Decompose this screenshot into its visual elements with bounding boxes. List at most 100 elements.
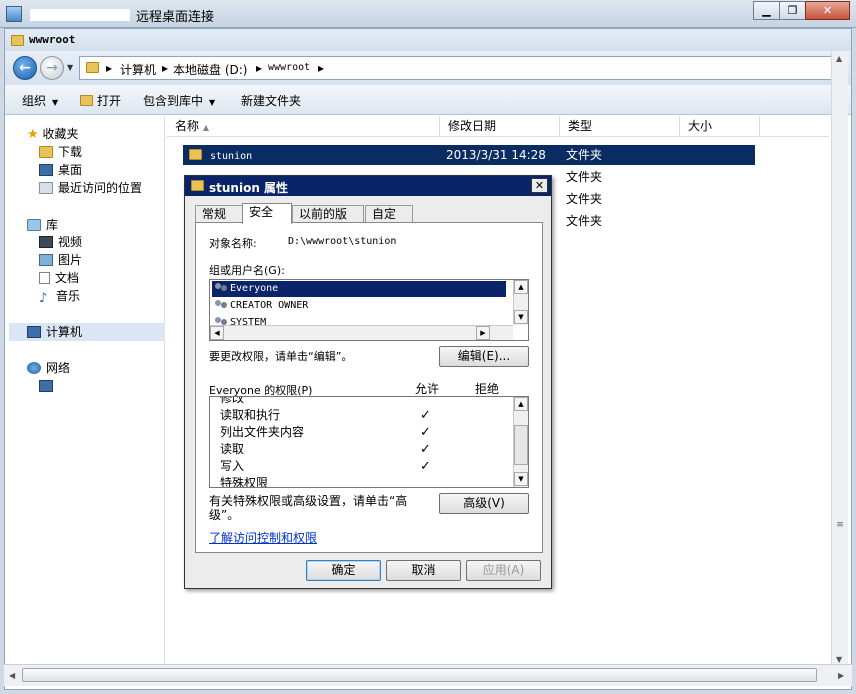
rdp-title-bar: 远程桌面连接 ▁ ❐ ✕ <box>0 0 856 28</box>
permission-name: 写入 <box>220 459 245 473</box>
groups-hscroll[interactable]: ◀ ▶ <box>210 325 513 340</box>
network-icon <box>27 362 41 374</box>
permission-name: 特殊权限 <box>220 476 269 488</box>
history-dropdown-icon[interactable]: ▼ <box>67 63 73 72</box>
column-name-label: 名称 <box>175 119 200 133</box>
scroll-up-icon[interactable]: ▲ <box>514 280 528 294</box>
remote-desktop-icon <box>6 6 22 22</box>
nav-music[interactable]: ♪ 音乐 <box>39 287 80 306</box>
column-date[interactable]: 修改日期 <box>440 116 560 137</box>
minimize-button[interactable]: ▁ <box>753 1 780 20</box>
edit-button[interactable]: 编辑(E)... <box>439 346 529 367</box>
redacted-host <box>30 9 130 21</box>
nav-computer-label: 计算机 <box>46 325 83 339</box>
allow-check-icon: ✓ <box>420 442 431 457</box>
navigation-pane: ★ 收藏夹 下载 桌面 最近访问的位置 库 视频 图片 文档 ♪ 音乐 计算机 网… <box>5 116 165 671</box>
restore-button[interactable]: ❐ <box>779 1 806 20</box>
column-name[interactable]: 名称 ▲ <box>167 116 440 137</box>
tab-security[interactable]: 安全 <box>242 203 292 224</box>
group-item-everyone[interactable]: Everyone <box>212 281 506 297</box>
nav-favorites[interactable]: ★ 收藏夹 <box>27 125 79 143</box>
forward-arrow-icon[interactable]: → <box>40 56 64 80</box>
nav-recent[interactable]: 最近访问的位置 <box>39 179 142 197</box>
apply-button[interactable]: 应用(A) <box>466 560 541 581</box>
organize-button[interactable]: 组织 ▼ <box>22 92 58 109</box>
include-library-button[interactable]: 包含到库中 ▼ <box>143 92 215 109</box>
breadcrumb-drive[interactable]: 本地磁盘 (D:) <box>173 61 247 78</box>
ok-button[interactable]: 确定 <box>306 560 381 581</box>
file-type: 文件夹 <box>566 214 603 228</box>
access-control-help-link[interactable]: 了解访问控制和权限 <box>209 529 317 546</box>
nav-pictures[interactable]: 图片 <box>39 251 82 269</box>
nav-videos[interactable]: 视频 <box>39 233 82 251</box>
group-name: Everyone <box>230 283 279 294</box>
breadcrumb-computer[interactable]: 计算机 <box>120 61 156 78</box>
scroll-right-icon[interactable]: ▶ <box>476 326 490 340</box>
groups-listbox[interactable]: Everyone CREATOR OWNER SYSTEM ▲ ▼ ◀ ▶ <box>209 279 529 341</box>
scroll-up-icon[interactable]: ▲ <box>836 54 842 63</box>
scroll-down-icon[interactable]: ▼ <box>836 655 842 664</box>
star-icon: ★ <box>27 127 39 142</box>
open-label: 打开 <box>97 94 122 108</box>
nav-pictures-label: 图片 <box>58 253 83 267</box>
scroll-left-icon[interactable]: ◀ <box>9 671 15 680</box>
breadcrumb-separator-icon[interactable]: ▸ <box>256 61 262 75</box>
permission-row: 修改 <box>220 397 510 407</box>
nav-network-label: 网络 <box>46 361 71 375</box>
file-date: 2013/3/31 14:28 <box>446 148 546 162</box>
column-type[interactable]: 类型 <box>560 116 680 137</box>
dialog-close-icon[interactable]: ✕ <box>531 178 548 193</box>
scroll-down-icon[interactable]: ▼ <box>514 472 528 486</box>
horizontal-scrollbar[interactable]: ◀ ▶ <box>4 664 852 686</box>
breadcrumb-separator-icon[interactable]: ▸ <box>162 61 168 75</box>
column-size[interactable]: 大小 <box>680 116 760 137</box>
vertical-scrollbar[interactable]: ▲ ≡ ▼ <box>831 51 848 671</box>
permission-row: 列出文件夹内容 ✓ <box>220 424 510 441</box>
tab-general[interactable]: 常规 <box>195 205 243 223</box>
back-arrow-icon[interactable]: ← <box>13 56 37 80</box>
new-folder-button[interactable]: 新建文件夹 <box>241 92 301 109</box>
groups-label: 组或用户名(G): <box>209 264 285 277</box>
group-item-creator-owner[interactable]: CREATOR OWNER <box>212 298 506 314</box>
computer-icon <box>27 326 41 338</box>
tab-custom[interactable]: 自定义 <box>365 205 413 237</box>
picture-icon <box>39 254 53 266</box>
nav-desktop-label: 桌面 <box>58 163 83 177</box>
permission-row: 特殊权限 <box>220 475 510 488</box>
explorer-title: wwwroot <box>29 33 76 46</box>
permissions-vscroll[interactable]: ▲ ▼ <box>513 397 528 487</box>
scroll-grip-icon[interactable]: ≡ <box>833 521 847 530</box>
command-bar: 组织 ▼ 打开 包含到库中 ▼ 新建文件夹 <box>5 85 851 115</box>
nav-libraries[interactable]: 库 <box>27 216 58 234</box>
video-icon <box>39 236 53 248</box>
nav-network[interactable]: 网络 <box>27 359 70 377</box>
cancel-button[interactable]: 取消 <box>386 560 461 581</box>
advanced-button[interactable]: 高级(V) <box>439 493 529 514</box>
nav-desktop[interactable]: 桌面 <box>39 161 82 179</box>
nav-network-computer[interactable] <box>39 377 58 395</box>
tab-previous-versions[interactable]: 以前的版本 <box>292 205 364 237</box>
security-panel: 对象名称: D:\wwwroot\stunion 组或用户名(G): Every… <box>195 222 543 553</box>
scroll-up-icon[interactable]: ▲ <box>514 397 528 411</box>
scroll-left-icon[interactable]: ◀ <box>210 326 224 340</box>
permissions-scroll-thumb[interactable] <box>514 425 528 465</box>
permission-row: 读取 ✓ <box>220 441 510 458</box>
users-icon <box>214 300 228 312</box>
groups-vscroll[interactable]: ▲ ▼ <box>513 280 528 325</box>
file-row[interactable]: stunion 2013/3/31 14:28 文件夹 <box>183 145 755 165</box>
chevron-down-icon: ▼ <box>52 98 59 107</box>
nav-documents[interactable]: 文档 <box>39 269 79 287</box>
scroll-right-icon[interactable]: ▶ <box>838 671 844 680</box>
breadcrumb-separator-icon[interactable]: ▸ <box>106 61 112 75</box>
nav-computer[interactable]: 计算机 <box>9 323 165 341</box>
nav-downloads[interactable]: 下载 <box>39 143 82 161</box>
dialog-title-bar: stunion 属性 ✕ <box>185 176 551 196</box>
close-button[interactable]: ✕ <box>805 1 850 20</box>
address-bar[interactable]: ▸ 计算机 ▸ 本地磁盘 (D:) ▸ wwwroot ▸ <box>79 56 832 80</box>
horizontal-scroll-thumb[interactable] <box>22 668 817 682</box>
breadcrumb-separator-icon[interactable]: ▸ <box>318 61 324 75</box>
allow-column-label: 允许 <box>415 382 440 396</box>
scroll-down-icon[interactable]: ▼ <box>514 310 528 324</box>
breadcrumb-wwwroot[interactable]: wwwroot <box>268 62 310 73</box>
open-button[interactable]: 打开 <box>80 92 121 109</box>
